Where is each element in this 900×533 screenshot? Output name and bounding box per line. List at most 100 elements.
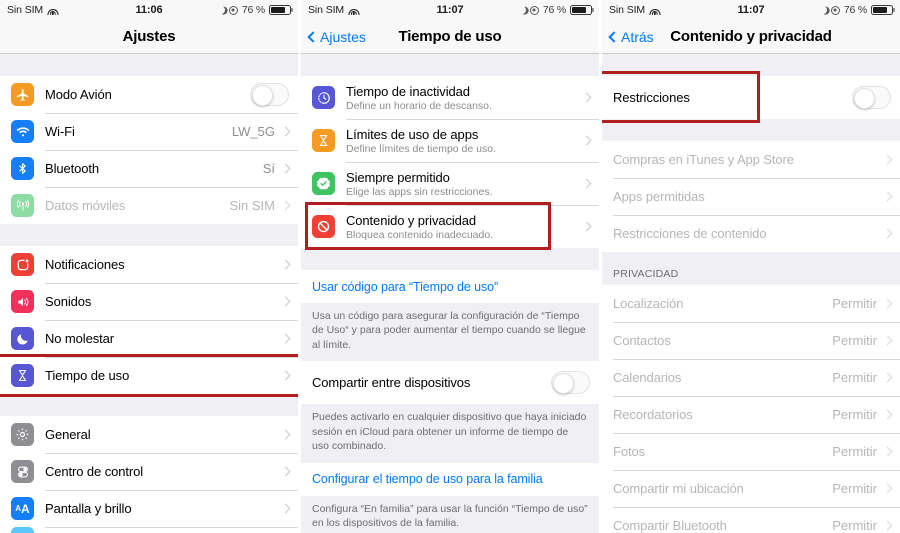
row-text: Notificaciones — [45, 257, 275, 272]
chevron-right-icon — [280, 370, 291, 381]
row-label: General — [45, 427, 91, 442]
row-text: Apps permitidas — [613, 189, 877, 204]
row-text: Calendarios — [613, 370, 826, 385]
row-label: Datos móviles — [45, 198, 126, 213]
list-gap — [0, 394, 298, 416]
sidebar-item-general[interactable]: General — [0, 416, 298, 453]
cellular-icon — [11, 194, 34, 217]
panel-settings: Sin SIM 11:06 76 % Ajustes Modo Avión Wi… — [0, 0, 298, 533]
display-brightness-icon: AA — [11, 497, 34, 520]
sounds-icon — [11, 290, 34, 313]
back-button[interactable]: Atrás — [608, 29, 654, 45]
content-privacy-list[interactable]: Restricciones Compras en iTunes y App St… — [602, 54, 900, 533]
chevron-right-icon — [882, 483, 893, 494]
row-text: Centro de control — [45, 464, 275, 479]
chevron-right-icon — [882, 191, 893, 202]
chevron-right-icon — [280, 126, 291, 137]
list-item-bluetooth-sharing[interactable]: Compartir Bluetooth Permitir — [602, 507, 900, 533]
list-item-reminders[interactable]: Recordatorios Permitir — [602, 396, 900, 433]
alarm-icon — [830, 5, 840, 15]
group-restriction-options: Compras en iTunes y App Store Apps permi… — [602, 141, 900, 252]
sidebar-item-control-center[interactable]: Centro de control — [0, 453, 298, 490]
group-general: General Centro de control AA Pantalla y … — [0, 416, 298, 533]
list-item-allowed-apps[interactable]: Apps permitidas — [602, 178, 900, 215]
back-button[interactable]: Ajustes — [307, 28, 366, 45]
sidebar-item-sounds[interactable]: Sonidos — [0, 283, 298, 320]
row-text: Compartir entre dispositivos — [312, 375, 551, 390]
nav-bar-1: Ajustes — [0, 20, 298, 54]
hourglass-icon — [11, 364, 34, 387]
restrictions-toggle[interactable] — [852, 86, 891, 109]
list-item-photos[interactable]: Fotos Permitir — [602, 433, 900, 470]
list-item-restrictions[interactable]: Restricciones — [602, 71, 900, 123]
row-text: Tiempo de inactividad Define un horario … — [346, 84, 576, 112]
sidebar-item-partial[interactable] — [0, 527, 298, 533]
airplane-mode-toggle[interactable] — [250, 83, 289, 106]
clock-label: 11:06 — [135, 4, 163, 16]
status-bar-1: Sin SIM 11:06 76 % — [0, 0, 298, 20]
share-footer-text: Puedes activarlo en cualquier dispositiv… — [301, 404, 599, 463]
row-value: Permitir — [832, 518, 877, 533]
row-text: General — [45, 427, 275, 442]
battery-icon — [871, 5, 893, 15]
list-gap — [0, 54, 298, 76]
list-item-contacts[interactable]: Contactos Permitir — [602, 322, 900, 359]
list-item-downtime[interactable]: Tiempo de inactividad Define un horario … — [301, 76, 599, 119]
group-restrictions: Restricciones — [602, 71, 900, 123]
downtime-icon — [312, 86, 335, 109]
row-label: Compartir entre dispositivos — [312, 375, 471, 391]
hourglass-icon — [312, 129, 335, 152]
row-label: Apps permitidas — [613, 189, 705, 204]
row-value: Permitir — [832, 370, 877, 385]
sidebar-item-bluetooth[interactable]: Bluetooth Sí — [0, 150, 298, 187]
list-item-always-allowed[interactable]: Siempre permitido Elige las apps sin res… — [301, 162, 599, 205]
row-text: Fotos — [613, 444, 826, 459]
sidebar-item-wifi[interactable]: Wi-Fi LW_5G — [0, 113, 298, 150]
list-item-share-across-devices[interactable]: Compartir entre dispositivos — [301, 361, 599, 405]
row-text: Restricciones de contenido — [613, 226, 877, 241]
row-text: Compartir mi ubicación — [613, 481, 826, 496]
setup-family-screen-time-button[interactable]: Configurar el tiempo de uso para la fami… — [301, 462, 599, 496]
passcode-footer-text: Usa un código para asegurar la configura… — [301, 303, 599, 362]
chevron-right-icon — [280, 503, 291, 514]
chevron-right-icon — [882, 154, 893, 165]
settings-list[interactable]: Modo Avión Wi-Fi LW_5G Bluetooth Sí Dato… — [0, 54, 298, 533]
list-item-itunes-app-store-purchases[interactable]: Compras en iTunes y App Store — [602, 141, 900, 178]
group-connectivity: Modo Avión Wi-Fi LW_5G Bluetooth Sí Dato… — [0, 76, 298, 224]
chevron-right-icon — [280, 259, 291, 270]
row-label: Límites de uso de apps — [346, 126, 479, 142]
sidebar-item-notifications[interactable]: Notificaciones — [0, 246, 298, 283]
chevron-right-icon — [882, 335, 893, 346]
list-item-content-privacy[interactable]: Contenido y privacidad Bloquea contenido… — [301, 202, 599, 250]
list-item-calendars[interactable]: Calendarios Permitir — [602, 359, 900, 396]
screen-time-list[interactable]: Tiempo de inactividad Define un horario … — [301, 54, 599, 533]
sidebar-item-display-brightness[interactable]: AA Pantalla y brillo — [0, 490, 298, 527]
row-text: Contenido y privacidad Bloquea contenido… — [346, 213, 576, 241]
sidebar-item-cellular[interactable]: Datos móviles Sin SIM — [0, 187, 298, 224]
list-item-share-my-location[interactable]: Compartir mi ubicación Permitir — [602, 470, 900, 507]
nav-bar-2: Ajustes Tiempo de uso — [301, 20, 599, 54]
list-item-location[interactable]: Localización Permitir — [602, 285, 900, 322]
privacy-section-header: PRIVACIDAD — [602, 252, 900, 285]
notifications-icon — [11, 253, 34, 276]
sidebar-item-airplane-mode[interactable]: Modo Avión — [0, 76, 298, 113]
use-screen-time-passcode-button[interactable]: Usar código para “Tiempo de uso” — [301, 270, 599, 303]
row-text: Pantalla y brillo — [45, 501, 275, 516]
sidebar-item-screen-time[interactable]: Tiempo de uso — [0, 354, 298, 397]
row-text: Compras en iTunes y App Store — [613, 152, 877, 167]
row-text: Sonidos — [45, 294, 275, 309]
sidebar-item-do-not-disturb[interactable]: No molestar — [0, 320, 298, 357]
list-gap — [301, 54, 599, 76]
list-gap — [301, 248, 599, 270]
list-item-content-restrictions[interactable]: Restricciones de contenido — [602, 215, 900, 252]
list-gap — [0, 224, 298, 246]
chevron-right-icon — [882, 228, 893, 239]
back-button-label: Ajustes — [320, 28, 366, 45]
group-share-devices: Compartir entre dispositivos — [301, 361, 599, 405]
chevron-right-icon — [280, 333, 291, 344]
clock-label: 11:07 — [737, 4, 765, 16]
list-item-app-limits[interactable]: Límites de uso de apps Define límites de… — [301, 119, 599, 162]
row-text: No molestar — [45, 331, 275, 346]
share-across-devices-toggle[interactable] — [551, 371, 590, 395]
screenshot-root: Sin SIM 11:06 76 % Ajustes Modo Avión Wi… — [0, 0, 900, 533]
